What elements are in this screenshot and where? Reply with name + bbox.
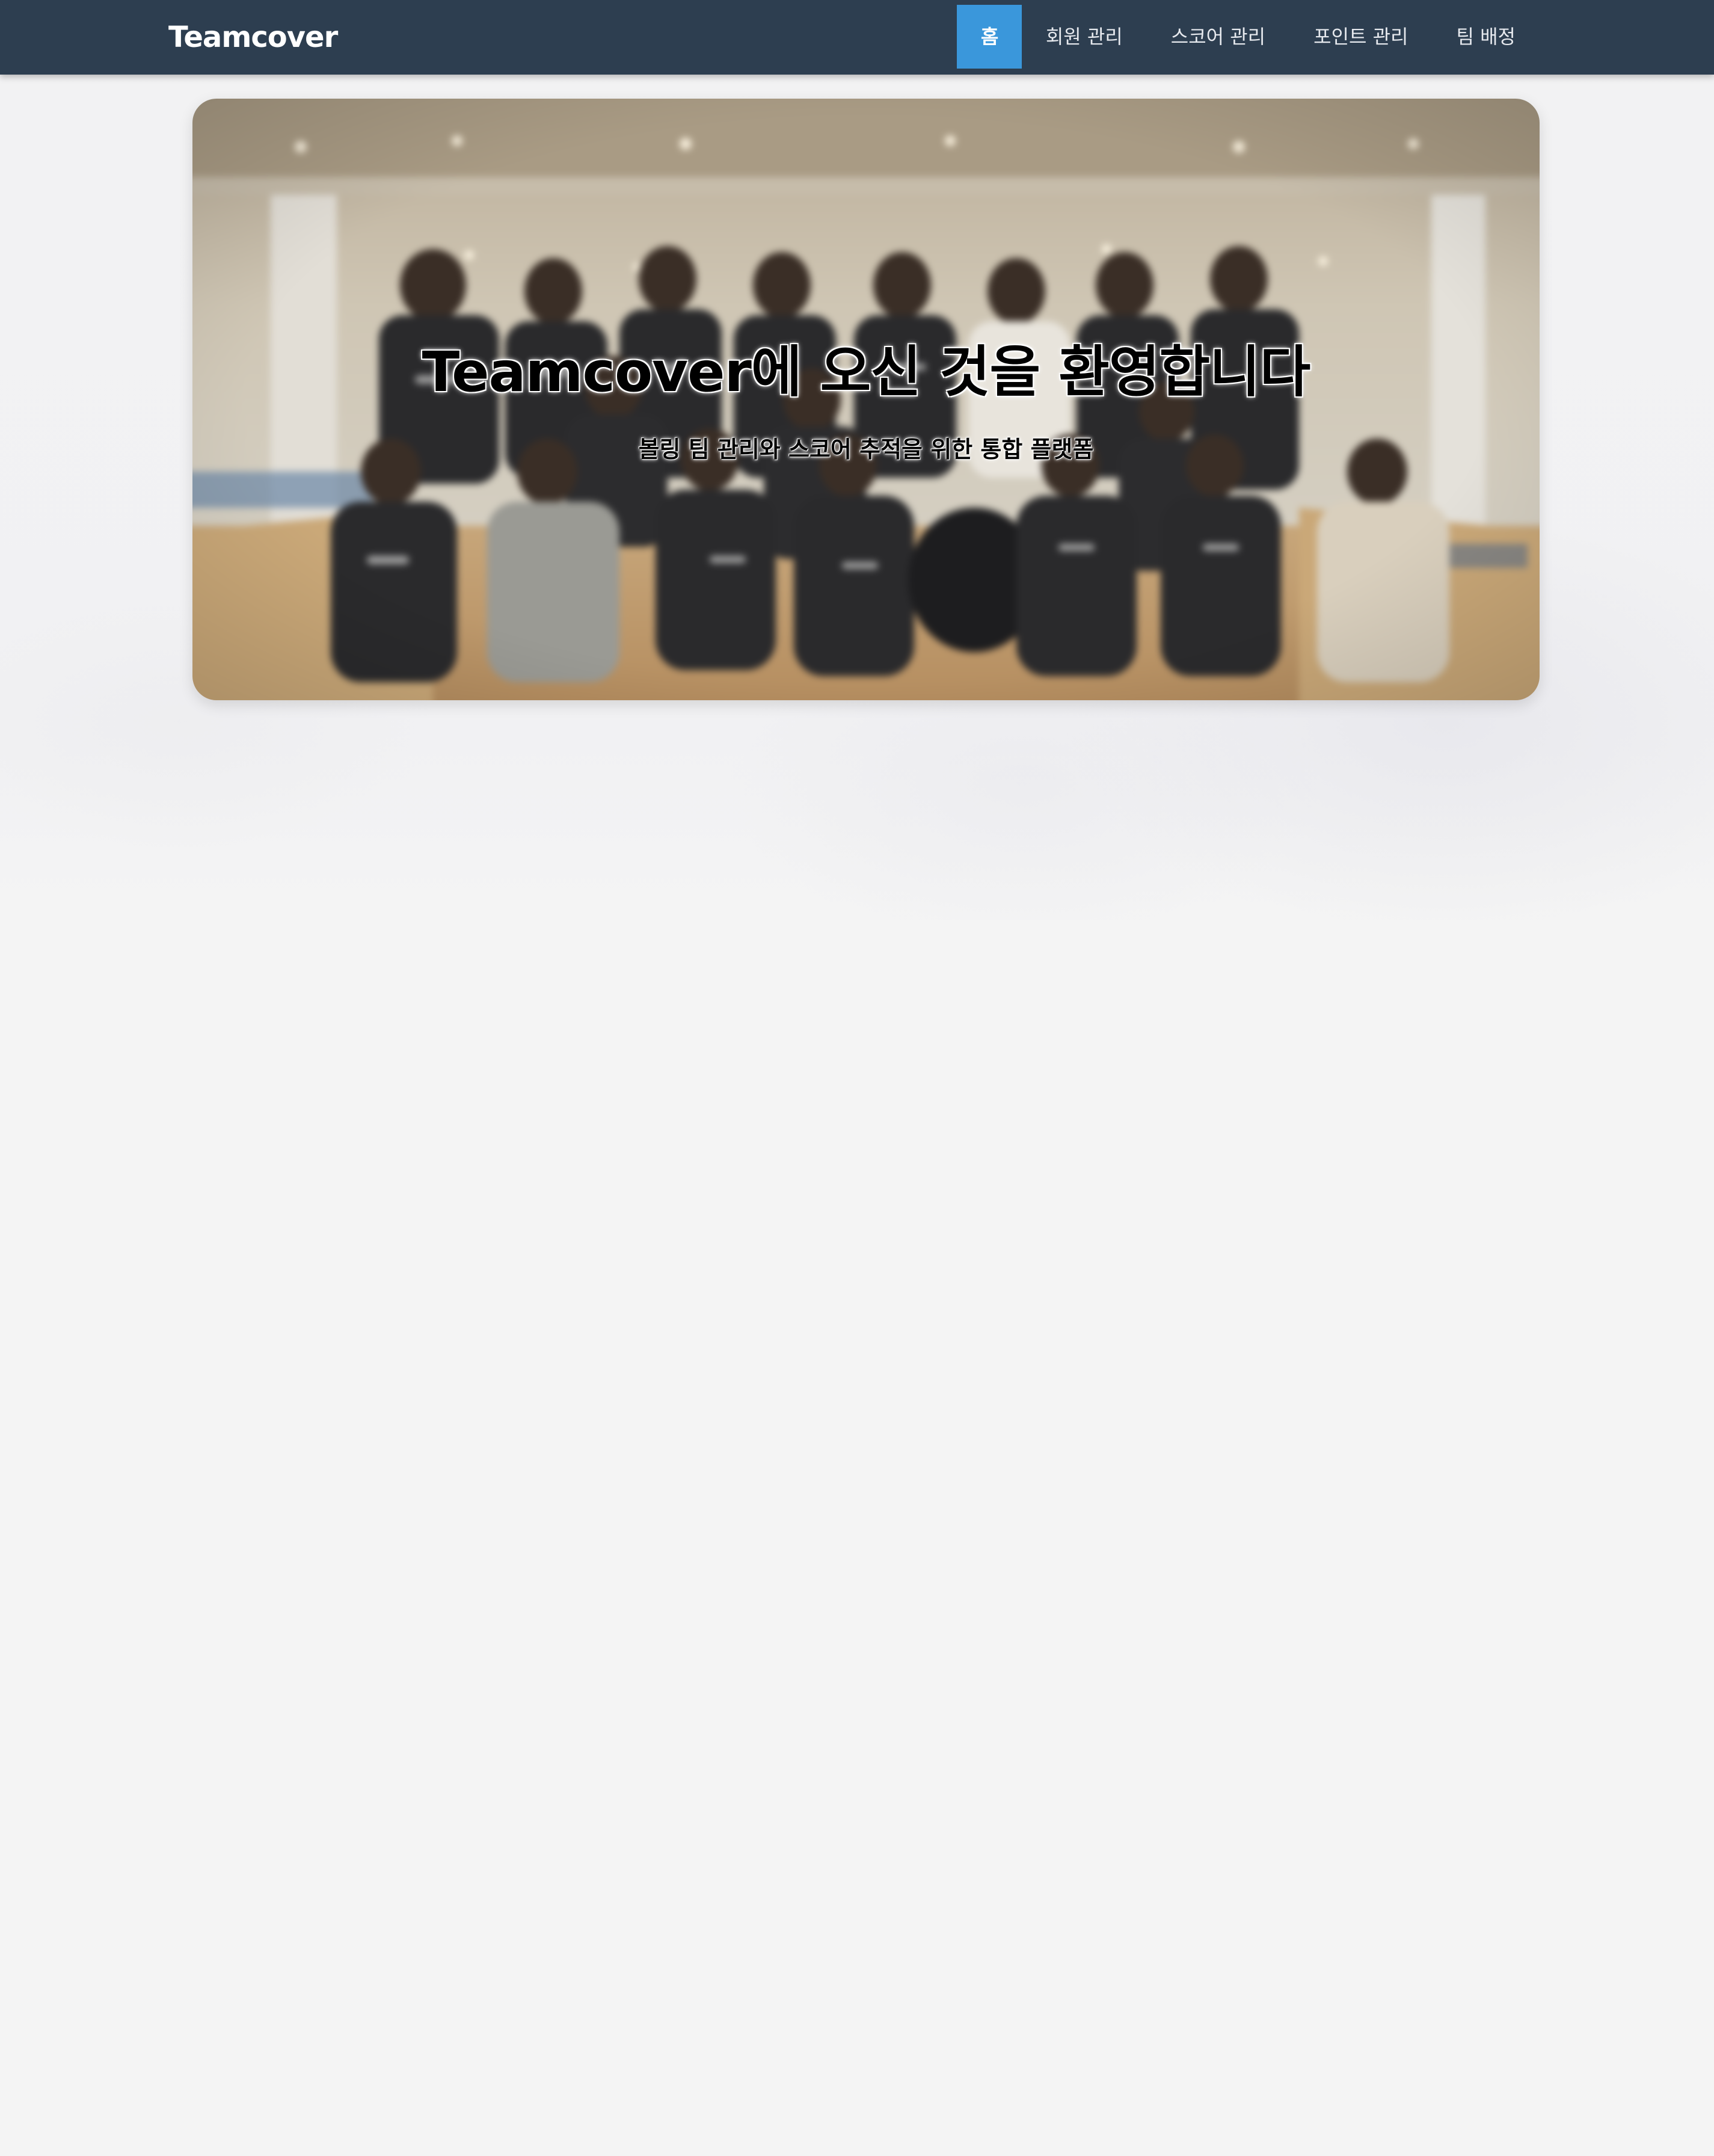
brand-logo[interactable]: Teamcover [168, 18, 338, 57]
hero-subtitle: 볼링 팀 관리와 스코어 추적을 위한 통합 플랫폼 [638, 436, 1094, 463]
nav-item-scores[interactable]: 스코어 관리 [1147, 5, 1289, 69]
nav-item-points[interactable]: 포인트 관리 [1289, 5, 1432, 69]
nav-item-home[interactable]: 홈 [956, 5, 1022, 69]
nav-item-team-assignment[interactable]: 팀 배정 [1433, 5, 1540, 69]
navbar: Teamcover 홈 회원 관리 스코어 관리 포인트 관리 팀 배정 [0, 0, 1714, 75]
hero-banner: Teamcover에 오신 것을 환영합니다 볼링 팀 관리와 스코어 추적을 … [192, 99, 1540, 700]
main-nav: 홈 회원 관리 스코어 관리 포인트 관리 팀 배정 [956, 5, 1540, 69]
nav-item-members[interactable]: 회원 관리 [1022, 5, 1147, 69]
hero-title: Teamcover에 오신 것을 환영합니다 [422, 340, 1311, 404]
